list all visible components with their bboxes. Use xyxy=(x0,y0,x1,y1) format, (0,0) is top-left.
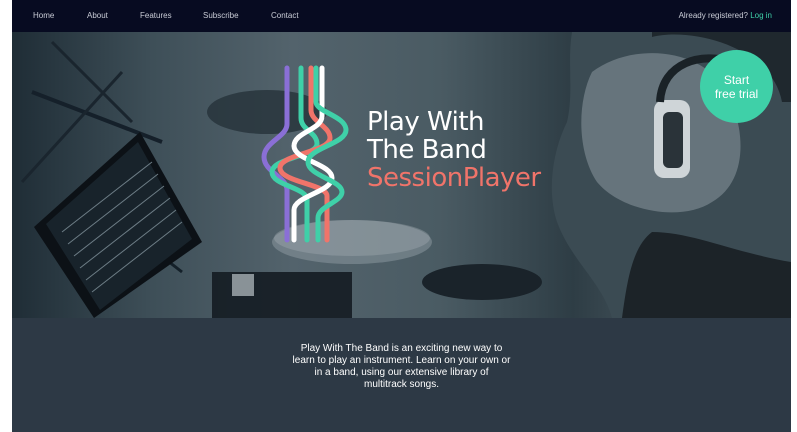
hero-title-line1: Play With xyxy=(367,107,485,137)
nav-about[interactable]: About xyxy=(87,0,108,32)
top-nav: Home About Features Subscribe Contact Al… xyxy=(12,0,791,32)
login-link[interactable]: Log in xyxy=(750,11,772,20)
description-line: Play With The Band is an exciting new wa… xyxy=(300,343,503,354)
already-registered-text: Already registered? xyxy=(678,11,748,20)
nav-features[interactable]: Features xyxy=(140,0,172,32)
nav-contact[interactable]: Contact xyxy=(271,0,299,32)
hero-title-line3: SessionPlayer xyxy=(367,163,541,193)
hero-title-line2: The Band xyxy=(367,135,487,165)
description-line: learn to play an instrument. Learn on yo… xyxy=(292,355,511,366)
login-prompt: Already registered? Log in xyxy=(679,0,772,32)
page-frame: Home About Features Subscribe Contact Al… xyxy=(12,0,791,432)
cta-line2: free trial xyxy=(714,86,759,101)
start-free-trial-button[interactable]: Start free trial xyxy=(700,50,773,123)
intro-description: Play With The Band is an exciting new wa… xyxy=(12,343,791,391)
nav-subscribe[interactable]: Subscribe xyxy=(203,0,239,32)
hero-banner: Play With The Band SessionPlayer xyxy=(12,32,791,318)
cta-line1: Start xyxy=(723,72,750,87)
description-line: in a band, using our extensive library o… xyxy=(314,367,489,378)
nav-home[interactable]: Home xyxy=(33,0,54,32)
description-line: multitrack songs. xyxy=(363,379,440,390)
